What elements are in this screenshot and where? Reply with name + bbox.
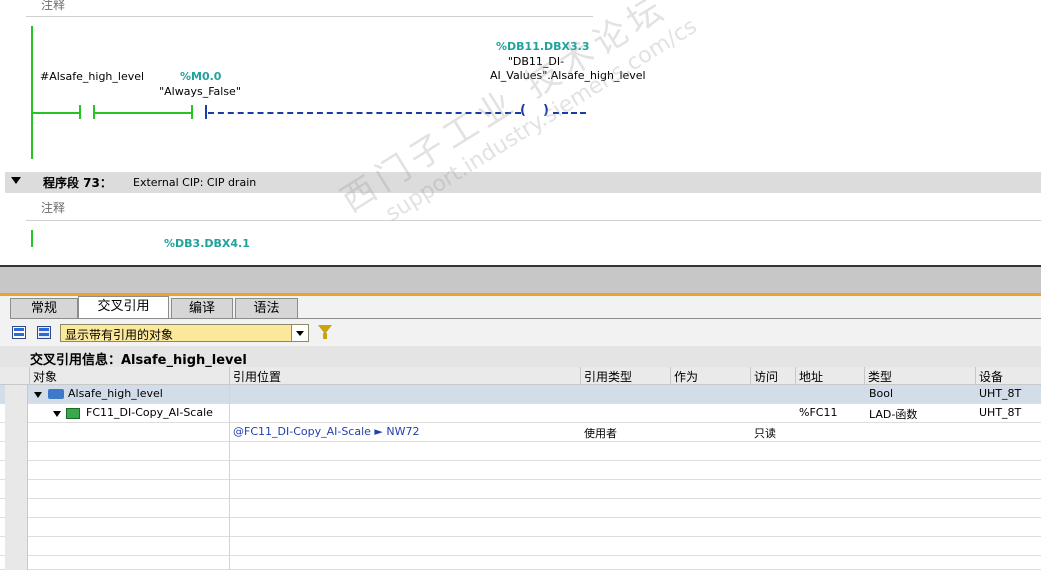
tab-syntax[interactable]: 语法 <box>235 298 298 318</box>
filter-dropdown[interactable]: 显示带有引用的对象 <box>60 324 309 342</box>
network-title: 程序段 73： <box>43 176 112 190</box>
table-row <box>0 499 1041 518</box>
collapse-icon[interactable] <box>53 411 61 417</box>
row-header <box>5 556 28 570</box>
row-header <box>5 537 28 556</box>
tab-cross-reference[interactable]: 交叉引用 <box>78 296 169 318</box>
type-value: Bool <box>869 387 894 400</box>
contact2-right[interactable] <box>205 105 207 119</box>
column-header-location[interactable]: 引用位置 <box>233 368 281 385</box>
contact2-address[interactable]: %M0.0 <box>180 70 221 83</box>
reference-location-link[interactable]: @FC11_DI-Copy_AI-Scale ► NW72 <box>233 425 419 438</box>
comment-divider <box>26 220 1041 221</box>
network-comment[interactable]: 注释 <box>41 0 65 13</box>
row-header[interactable] <box>5 385 28 404</box>
column-separator[interactable] <box>229 367 230 385</box>
contact1-left[interactable] <box>79 105 81 119</box>
row-header <box>5 461 28 480</box>
row-header[interactable] <box>5 423 28 442</box>
cross-ref-info-bar: 交叉引用信息：Alsafe_high_level <box>0 346 1041 368</box>
column-separator[interactable] <box>864 367 865 385</box>
access-value: 只读 <box>754 427 776 440</box>
network-header[interactable]: 程序段 73： External CIP: CIP drain <box>5 172 1041 193</box>
chevron-down-icon[interactable] <box>291 325 308 341</box>
table-row <box>0 461 1041 480</box>
cross-ref-toolbar: 显示带有引用的对象 <box>0 319 1041 346</box>
column-separator[interactable] <box>750 367 751 385</box>
tab-general[interactable]: 常规 <box>10 298 78 318</box>
network-comment[interactable]: 注释 <box>41 199 65 216</box>
filter-value: 显示带有引用的对象 <box>65 328 174 342</box>
power-rail <box>31 230 33 248</box>
column-divider <box>229 385 230 570</box>
column-separator[interactable] <box>795 367 796 385</box>
collapse-icon[interactable] <box>34 392 42 398</box>
rung-segment-4 <box>553 112 586 114</box>
collapse-all-icon[interactable] <box>37 326 51 339</box>
contact2-label[interactable]: "Always_False" <box>150 85 250 99</box>
column-header-object[interactable]: 对象 <box>33 368 57 385</box>
rung-segment-1 <box>33 112 79 114</box>
type-value: LAD-函数 <box>869 408 918 421</box>
collapse-icon[interactable] <box>11 177 21 184</box>
contact1-label[interactable]: #Alsafe_high_level <box>40 70 144 84</box>
coil-address[interactable]: %DB11.DBX3.3 <box>496 40 590 53</box>
power-rail <box>31 26 33 159</box>
column-separator[interactable] <box>975 367 976 385</box>
object-name[interactable]: FC11_DI-Copy_AI-Scale <box>86 406 213 419</box>
column-separator[interactable] <box>580 367 581 385</box>
contact2-left[interactable] <box>191 105 193 119</box>
inspector-window: 常规 交叉引用 编译 语法 显示带有引用的对象 交叉引用信息：Alsafe_hi… <box>0 296 1041 570</box>
row-header[interactable] <box>5 404 28 423</box>
cross-ref-table: 对象 引用位置 引用类型 作为 访问 地址 类型 设备 Alsafe_high_… <box>0 367 1041 570</box>
expand-all-icon[interactable] <box>12 326 26 339</box>
ref-type-value: 使用者 <box>584 427 617 440</box>
row-header <box>5 480 28 499</box>
cross-ref-title: 交叉引用信息：Alsafe_high_level <box>30 353 247 368</box>
table-row[interactable]: FC11_DI-Copy_AI-Scale %FC11 LAD-函数 UHT_8… <box>0 404 1041 423</box>
table-row <box>0 442 1041 461</box>
editor-scroll-edge <box>0 247 1041 265</box>
column-separator[interactable] <box>29 367 30 385</box>
row-header <box>5 442 28 461</box>
column-separator[interactable] <box>670 367 671 385</box>
object-name[interactable]: Alsafe_high_level <box>68 387 163 400</box>
tab-compile[interactable]: 编译 <box>171 298 233 318</box>
table-row <box>0 480 1041 499</box>
column-header-access[interactable]: 访问 <box>754 368 778 385</box>
ladder-editor: 注释 #Alsafe_high_level %M0.0 "Always_Fals… <box>0 0 1041 265</box>
device-value: UHT_8T <box>979 387 1022 400</box>
table-row <box>0 537 1041 556</box>
panel-splitter[interactable] <box>0 265 1041 293</box>
tag-icon <box>48 389 64 399</box>
row-header <box>5 518 28 537</box>
function-block-icon <box>66 408 80 419</box>
table-row <box>0 518 1041 537</box>
column-header-as[interactable]: 作为 <box>674 368 698 385</box>
column-header-device[interactable]: 设备 <box>979 368 1003 385</box>
filter-icon-stem <box>323 333 327 339</box>
column-header-ref-type[interactable]: 引用类型 <box>584 368 632 385</box>
coil-right-icon[interactable]: ) <box>543 103 549 118</box>
coil-label[interactable]: "DB11_DI-AI_Values".Alsafe_high_level <box>490 55 646 83</box>
column-header-address[interactable]: 地址 <box>799 368 823 385</box>
device-value: UHT_8T <box>979 406 1022 419</box>
table-row[interactable]: Alsafe_high_level Bool UHT_8T <box>0 385 1041 404</box>
rung-segment-3 <box>208 112 521 114</box>
row-header <box>5 499 28 518</box>
network-description[interactable]: External CIP: CIP drain <box>133 176 256 189</box>
comment-divider <box>26 16 593 17</box>
coil-left-icon[interactable]: ( <box>520 103 526 118</box>
table-row <box>0 556 1041 570</box>
address-value: %FC11 <box>799 406 838 419</box>
table-row[interactable]: @FC11_DI-Copy_AI-Scale ► NW72 使用者 只读 <box>0 423 1041 442</box>
column-header-type[interactable]: 类型 <box>868 368 892 385</box>
rung-segment-2 <box>95 112 191 114</box>
